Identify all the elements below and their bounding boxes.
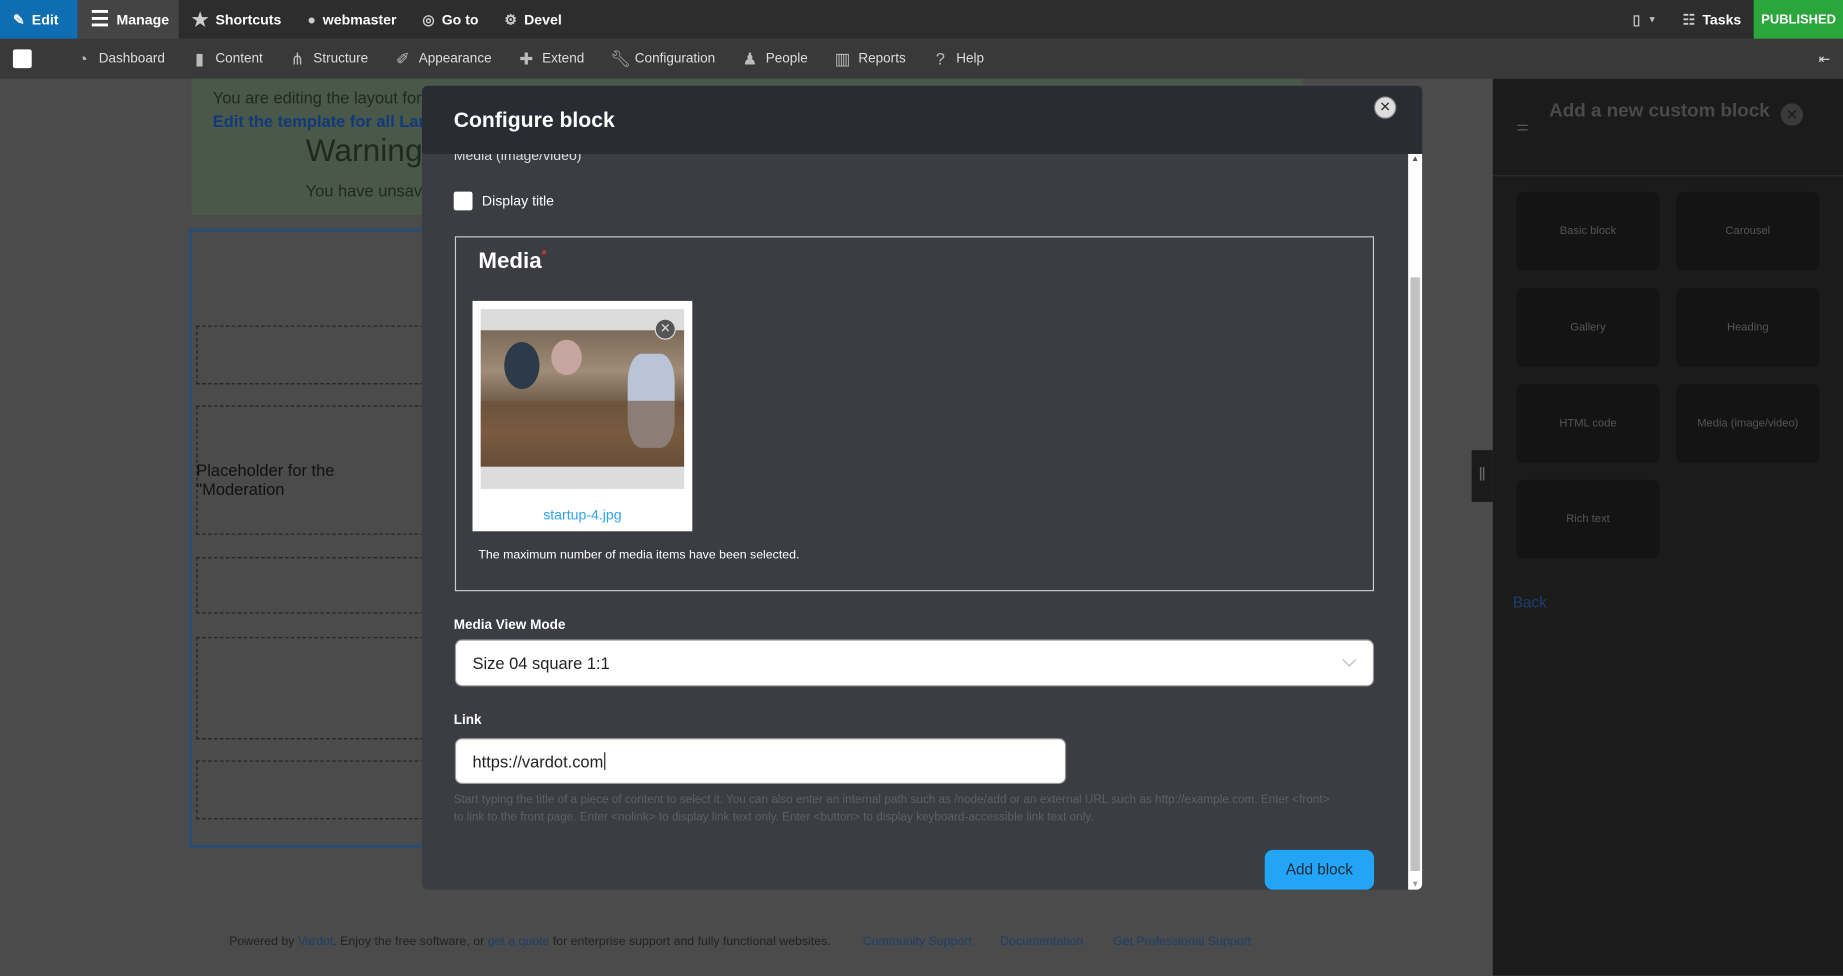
tasks-button[interactable]: ☷ Tasks <box>1670 0 1755 39</box>
menu-content[interactable]: ▮ Content <box>178 48 276 68</box>
dialog-header: Configure block ✕ <box>421 85 1423 154</box>
remove-media-button[interactable]: ✕ <box>654 318 676 340</box>
menu-structure[interactable]: ⋔ Structure <box>276 48 381 68</box>
tile-rich-text[interactable]: Rich text <box>1516 479 1660 559</box>
frame-icon <box>12 49 32 69</box>
menu-appearance[interactable]: ✐ Appearance <box>381 48 504 68</box>
people-icon: ♟ <box>742 48 758 68</box>
collapse-toolbar-icon[interactable]: ⇤ <box>1806 51 1843 67</box>
document-icon: ▮ <box>195 48 205 68</box>
back-link[interactable]: Back <box>1513 594 1547 612</box>
goto-button[interactable]: ◎ Go to <box>409 0 491 39</box>
edit-template-link[interactable]: Edit the template for all Lan <box>213 112 429 131</box>
tile-carousel[interactable]: Carousel <box>1676 191 1820 271</box>
help-icon: ? <box>935 48 945 68</box>
media-fieldset: Media* ✕ startup-4.jpg The maximum numbe… <box>454 236 1375 592</box>
panel-resize-handle[interactable]: ‖ <box>1471 450 1493 502</box>
puzzle-icon: ✚ <box>519 48 534 68</box>
link-input[interactable]: https://vardot.com <box>454 738 1067 784</box>
vardot-link[interactable]: Vardot <box>298 934 333 948</box>
community-support-link[interactable]: Community Support <box>863 934 972 948</box>
sitemap-icon: ⋔ <box>290 48 305 68</box>
menu-configuration[interactable]: 🔧︎ Configuration <box>597 48 728 68</box>
menu-people[interactable]: ♟ People <box>728 48 821 68</box>
tile-media[interactable]: Media (image/video) <box>1676 384 1820 464</box>
close-panel-button[interactable]: ✕ <box>1780 103 1804 126</box>
link-help-text: Start typing the title of a piece of con… <box>453 793 1330 824</box>
pencil-icon: ✎ <box>12 11 25 28</box>
close-dialog-button[interactable]: ✕ <box>1374 96 1397 119</box>
menu-reports[interactable]: ▥ Reports <box>821 48 919 68</box>
layout-region: Placeholder for the "Moderation <box>189 229 425 848</box>
device-preview-button[interactable]: ▯ ▼ <box>1620 0 1670 39</box>
dialog-scrollbar[interactable]: ▲ ▼ <box>1408 153 1423 890</box>
menu-extend[interactable]: ✚ Extend <box>505 48 598 68</box>
dialog-title: Configure block <box>453 108 615 132</box>
admin-menu: ◔ Dashboard ▮ Content ⋔ Structure ✐ Appearan… <box>0 38 1843 79</box>
gear-icon: ⚙ <box>504 11 518 28</box>
bar-chart-icon: ▥ <box>834 48 851 68</box>
star-icon: ★ <box>191 9 209 30</box>
user-icon: ● <box>307 11 316 28</box>
dashboard-icon: ◔ <box>77 48 88 68</box>
caret-down-icon: ▼ <box>1647 14 1657 25</box>
add-block-button[interactable]: Add block <box>1264 849 1375 890</box>
tile-heading[interactable]: Heading <box>1676 287 1820 367</box>
edit-button[interactable]: ✎ Edit <box>0 0 78 39</box>
layout-toggle[interactable] <box>0 49 45 69</box>
tile-html-code[interactable]: HTML code <box>1516 384 1660 464</box>
manage-button[interactable]: ☰ Manage <box>77 0 179 39</box>
admin-toolbar: ✎ Edit ☰ Manage ★ Shortcuts ● webmaster ◎ Go … <box>0 0 1843 39</box>
wrench-icon: 🔧︎ <box>610 48 632 68</box>
documentation-link[interactable]: Documentation <box>1000 934 1083 948</box>
display-title-checkbox[interactable]: Display title <box>453 191 554 211</box>
media-view-mode-select[interactable]: Size 04 square 1:1 ⌵ <box>454 639 1375 687</box>
quote-link[interactable]: get a quote <box>488 934 550 948</box>
tile-gallery[interactable]: Gallery <box>1516 287 1660 367</box>
menu-dashboard[interactable]: ◔ Dashboard <box>61 48 178 68</box>
configure-block-dialog: Media (image/video) Configure block ✕ ▲ … <box>421 85 1423 890</box>
goto-icon: ◎ <box>422 11 435 28</box>
tasks-icon: ☷ <box>1682 11 1696 28</box>
tile-basic-block[interactable]: Basic block <box>1516 191 1660 271</box>
published-badge: PUBLISHED <box>1754 0 1843 39</box>
media-thumbnail <box>480 330 685 467</box>
media-filename-link[interactable]: startup-4.jpg <box>473 507 693 523</box>
professional-support-link[interactable]: Get Professional Support <box>1113 934 1251 948</box>
menu-help[interactable]: ? Help <box>919 48 997 68</box>
user-button[interactable]: ● webmaster <box>294 0 409 39</box>
off-canvas-panel: ⚌ Add a new custom block ✕ Basic block C… <box>1492 78 1843 976</box>
settings-icon: ⚌ <box>1516 117 1529 134</box>
devel-button[interactable]: ⚙ Devel <box>491 0 574 39</box>
shortcuts-button[interactable]: ★ Shortcuts <box>179 0 295 39</box>
menu-icon: ☰ <box>90 7 110 31</box>
phone-icon: ▯ <box>1632 11 1641 28</box>
media-item-card: ✕ startup-4.jpg <box>472 300 693 532</box>
brush-icon: ✐ <box>395 48 410 68</box>
chevron-down-icon: ⌵ <box>1342 651 1357 672</box>
footer: Powered by Vardot. Enjoy the free softwa… <box>229 934 1252 949</box>
checkbox[interactable] <box>453 191 473 211</box>
